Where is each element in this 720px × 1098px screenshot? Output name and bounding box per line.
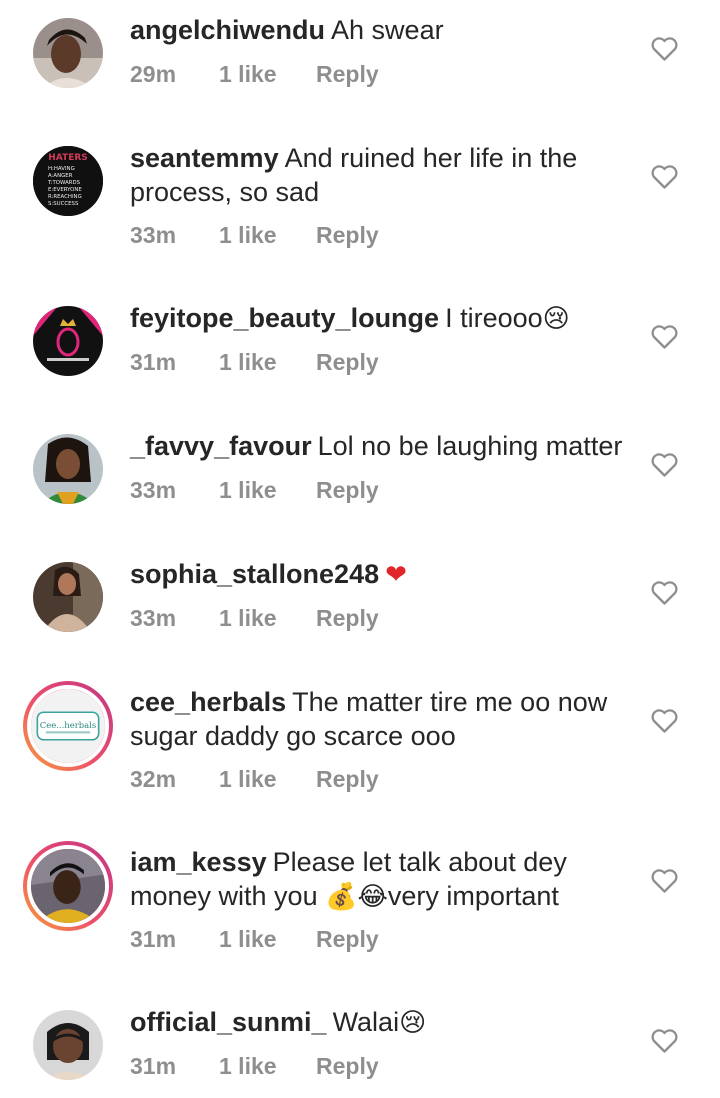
heart-outline-icon[interactable] <box>651 709 678 733</box>
comment-username[interactable]: official_sunmi_ <box>130 1007 327 1037</box>
comment-username[interactable]: sophia_stallone248 <box>130 559 379 589</box>
comment-username[interactable]: _favvy_favour <box>130 431 312 461</box>
reply-button[interactable]: Reply <box>316 349 379 376</box>
heart-outline-icon[interactable] <box>651 165 678 189</box>
avatar-caption: E:EVERYONE <box>48 187 82 193</box>
comment-meta: 31m 1 like Reply <box>130 349 379 376</box>
reply-button[interactable]: Reply <box>316 926 379 953</box>
laughing-emoji: 😂 <box>357 882 388 912</box>
comment-username[interactable]: feyitope_beauty_lounge <box>130 303 439 333</box>
comment-time: 33m <box>130 222 177 248</box>
heart-outline-icon[interactable] <box>651 1029 678 1053</box>
avatar-caption: R:REACHING <box>48 194 82 200</box>
heart-outline-icon[interactable] <box>651 325 678 349</box>
comment-meta: 33m 1 like Reply <box>130 222 379 249</box>
comment-time: 31m <box>130 1053 177 1079</box>
red-heart-emoji: ❤ <box>385 560 407 590</box>
comment-body: And ruined her life in the <box>284 143 578 173</box>
avatar[interactable] <box>33 18 103 88</box>
comment-meta: 31m 1 like Reply <box>130 1053 379 1080</box>
reply-button[interactable]: Reply <box>316 477 379 504</box>
avatar-with-story-ring[interactable] <box>23 841 113 931</box>
reply-button[interactable]: Reply <box>316 222 379 249</box>
comment-text: cee_herbals The matter tire me oo now suga… <box>130 685 630 753</box>
comment-likes[interactable]: 1 like <box>219 1053 316 1080</box>
comment-body: Walai <box>332 1007 400 1037</box>
reply-button[interactable]: Reply <box>316 766 379 793</box>
heart-outline-icon[interactable] <box>651 37 678 61</box>
comment-text: official_sunmi_ Walai😢 <box>130 1005 630 1040</box>
comment-meta: 33m 1 like Reply <box>130 605 379 632</box>
comment-text: iam_kessy Please let talk about dey money … <box>130 845 630 914</box>
heart-outline-icon[interactable] <box>651 581 678 605</box>
comment-time: 33m <box>130 605 177 631</box>
comment-body: sugar daddy go scarce ooo <box>130 721 456 751</box>
comment-likes[interactable]: 1 like <box>219 61 316 88</box>
comment-likes[interactable]: 1 like <box>219 222 316 249</box>
avatar-caption: Cee...herbals <box>40 720 96 730</box>
comment-username[interactable]: seantemmy <box>130 143 279 173</box>
avatar-with-story-ring[interactable]: Cee...herbals <box>23 681 113 771</box>
money-bag-emoji: 💰 <box>325 882 358 912</box>
comment-body: Ah swear <box>331 15 444 45</box>
avatar[interactable]: HATERS H:HAVING A:ANGER T:TOWARDS E:EVER… <box>33 146 103 216</box>
comment-username[interactable]: iam_kessy <box>130 847 267 877</box>
crying-emoji: 😢 <box>399 1008 427 1038</box>
comment-meta: 33m 1 like Reply <box>130 477 379 504</box>
crying-emoji: 😢 <box>542 304 570 334</box>
avatar[interactable] <box>33 306 103 376</box>
comment-text: seantemmy And ruined her life in the proce… <box>130 141 630 209</box>
comment-username[interactable]: cee_herbals <box>130 687 286 717</box>
comment-meta: 29m 1 like Reply <box>130 61 379 88</box>
comment-likes[interactable]: 1 like <box>219 349 316 376</box>
comment-likes[interactable]: 1 like <box>219 477 316 504</box>
avatar-caption: S:SUCCESS <box>48 201 79 207</box>
comment-body: Please let talk about dey <box>272 847 567 877</box>
comment-meta: 31m 1 like Reply <box>130 926 379 953</box>
comment-likes[interactable]: 1 like <box>219 926 316 953</box>
comment-body: process, so sad <box>130 177 320 207</box>
avatar[interactable] <box>33 434 103 504</box>
avatar-caption: HATERS <box>48 153 88 163</box>
comment-text: feyitope_beauty_lounge I tireooo😢 <box>130 301 630 336</box>
comment-text: angelchiwendu Ah swear <box>130 13 630 47</box>
comment-time: 32m <box>130 766 177 792</box>
comment-body: very important <box>387 881 559 911</box>
comment-time: 33m <box>130 477 177 503</box>
comment-time: 29m <box>130 61 177 87</box>
heart-outline-icon[interactable] <box>651 869 678 893</box>
comment-body: The matter tire me oo now <box>292 687 608 717</box>
avatar-caption: T:TOWARDS <box>47 180 81 186</box>
comment-username[interactable]: angelchiwendu <box>130 15 325 45</box>
comment-text: _favvy_favour Lol no be laughing matter <box>130 429 630 463</box>
reply-button[interactable]: Reply <box>316 605 379 632</box>
avatar-caption: A:ANGER <box>48 173 73 179</box>
comment-likes[interactable]: 1 like <box>219 605 316 632</box>
avatar-caption: H:HAVING <box>48 166 75 172</box>
heart-outline-icon[interactable] <box>651 453 678 477</box>
avatar[interactable] <box>33 1010 103 1080</box>
reply-button[interactable]: Reply <box>316 61 379 88</box>
comment-body: Lol no be laughing matter <box>317 431 623 461</box>
comment-time: 31m <box>130 926 177 952</box>
comment-body: I tireooo <box>445 303 543 333</box>
comment-likes[interactable]: 1 like <box>219 766 316 793</box>
comment-body: money with you <box>130 881 318 911</box>
avatar[interactable] <box>33 562 103 632</box>
comment-text: sophia_stallone248 ❤ <box>130 557 630 592</box>
comment-meta: 32m 1 like Reply <box>130 766 379 793</box>
comment-time: 31m <box>130 349 177 375</box>
reply-button[interactable]: Reply <box>316 1053 379 1080</box>
